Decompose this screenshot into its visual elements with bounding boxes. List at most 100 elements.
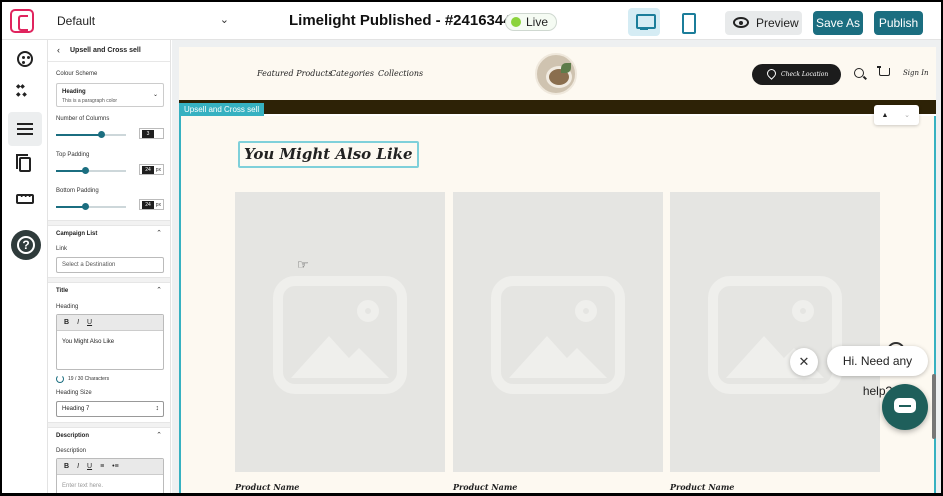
slider-handle[interactable] (81, 167, 89, 174)
store-logo[interactable] (535, 53, 577, 95)
chat-message-bubble[interactable]: Hi. Need any help? (827, 346, 928, 398)
move-up-icon[interactable]: ▲ (874, 105, 896, 125)
top-padding-value: 24 (142, 166, 154, 174)
app-logo-icon[interactable] (10, 9, 34, 33)
save-as-button[interactable]: Save As (813, 11, 863, 35)
image-placeholder-icon (491, 276, 625, 394)
bottom-padding-unit: px (155, 202, 161, 208)
slider-handle[interactable] (98, 131, 105, 138)
chevron-up-icon[interactable]: ⌃ (156, 229, 162, 237)
top-padding-input[interactable]: 24 px (139, 164, 164, 175)
chat-launcher-button[interactable] (882, 384, 928, 430)
left-rail: ? (2, 40, 48, 493)
heading-editor[interactable]: B I U You Might Also Like (56, 314, 164, 370)
chevron-down-icon: ⌄ (219, 14, 229, 26)
description-editor[interactable]: B I U ≡ •≡ Enter text here. (56, 458, 164, 493)
bottom-padding-input[interactable]: 24 px (139, 199, 164, 210)
sections-button[interactable] (8, 112, 42, 146)
description-section-heading[interactable]: Description (56, 433, 89, 439)
cart-icon[interactable] (877, 66, 890, 76)
bottom-padding-slider[interactable] (56, 203, 126, 210)
page-selector[interactable]: Default ⌄ (49, 2, 239, 40)
mobile-view-icon[interactable] (673, 8, 701, 36)
product-name[interactable]: Product Name (453, 482, 517, 492)
chevron-up-icon[interactable]: ⌃ (156, 286, 162, 294)
upsell-section[interactable]: You Might Also Like Product Name Product… (179, 116, 936, 493)
section-divider-bar (179, 100, 936, 114)
site-header: Featured Products Categories Collections… (179, 47, 936, 100)
colour-scheme-heading: Heading (62, 89, 86, 95)
divider (48, 277, 170, 283)
heading-size-select[interactable]: Heading 7 ↕ (56, 401, 164, 417)
heading-size-value: Heading 7 (62, 406, 90, 412)
check-location-button[interactable]: Check Location (752, 64, 841, 85)
italic-button[interactable]: I (77, 463, 79, 470)
columns-label: Number of Columns (56, 116, 110, 122)
bottom-padding-value: 24 (142, 201, 154, 209)
pages-button[interactable] (8, 147, 42, 181)
divider (48, 422, 170, 428)
page-title: Limelight Published - #24163441 (289, 12, 520, 29)
columns-slider[interactable] (56, 131, 126, 138)
live-status-badge: Live (505, 13, 558, 31)
pages-icon (16, 153, 31, 172)
sections-icon (17, 123, 33, 135)
canvas-scrollbar[interactable] (932, 374, 936, 439)
sign-in-link[interactable]: Sign In (903, 69, 929, 77)
palette-icon (17, 51, 33, 67)
slider-fill (56, 134, 102, 136)
eye-icon (733, 17, 749, 28)
chat-close-button[interactable]: ✕ (790, 348, 818, 376)
question-mark-icon: ? (17, 236, 35, 254)
bold-button[interactable]: B (64, 319, 69, 326)
top-padding-slider[interactable] (56, 167, 126, 174)
underline-button[interactable]: U (87, 463, 92, 470)
heading-size-label: Heading Size (56, 390, 92, 396)
section-tag[interactable]: Upsell and Cross sell (179, 103, 265, 116)
description-editor-text[interactable]: Enter text here. (57, 475, 163, 493)
underline-button[interactable]: U (87, 319, 92, 326)
campaign-list-heading[interactable]: Campaign List (56, 231, 97, 237)
page-selector-value: Default (57, 14, 96, 28)
product-card[interactable] (235, 192, 445, 472)
link-destination-field[interactable]: Select a Destination (56, 257, 164, 273)
nav-link-featured-products[interactable]: Featured Products (257, 69, 332, 78)
close-icon: ✕ (798, 354, 810, 369)
search-icon[interactable] (854, 68, 864, 78)
slider-handle[interactable] (81, 203, 89, 210)
more-dots-icon (16, 189, 34, 204)
numbered-list-icon[interactable]: ≡ (100, 463, 104, 470)
bulleted-list-icon[interactable]: •≡ (112, 463, 119, 470)
desktop-view-icon[interactable] (628, 8, 660, 36)
colour-scheme-select[interactable]: Heading This is a paragraph color ⌄ (56, 83, 164, 107)
components-button[interactable] (8, 77, 42, 111)
up-down-icon: ↕ (155, 405, 160, 412)
heading-editor-text[interactable]: You Might Also Like (57, 331, 163, 353)
preview-button[interactable]: Preview (725, 11, 802, 35)
product-card[interactable] (453, 192, 663, 472)
bold-button[interactable]: B (64, 463, 69, 470)
section-heading[interactable]: You Might Also Like (238, 141, 419, 168)
editor-toolbar: B I U (57, 315, 163, 331)
slider-fill (56, 206, 86, 208)
title-section-heading[interactable]: Title (56, 288, 68, 294)
more-button[interactable] (8, 182, 42, 216)
move-down-icon[interactable]: ⌄ (896, 105, 918, 125)
nav-link-categories[interactable]: Categories (330, 69, 374, 78)
top-padding-label: Top Padding (56, 152, 90, 158)
slider-fill (56, 170, 86, 172)
product-name[interactable]: Product Name (670, 482, 734, 492)
back-arrow-icon[interactable]: ‹ (57, 45, 60, 55)
nav-link-collections[interactable]: Collections (378, 69, 423, 78)
product-card[interactable] (670, 192, 880, 472)
heading-label: Heading (56, 304, 79, 310)
chevron-up-icon[interactable]: ⌃ (156, 431, 162, 439)
image-placeholder-icon (273, 276, 407, 394)
italic-button[interactable]: I (77, 319, 79, 326)
components-icon (16, 83, 32, 101)
publish-button[interactable]: Publish (874, 11, 923, 35)
theme-palette-button[interactable] (8, 42, 42, 76)
help-button[interactable]: ? (11, 230, 41, 260)
product-name[interactable]: Product Name (235, 482, 299, 492)
columns-input[interactable]: 3 (139, 128, 164, 139)
